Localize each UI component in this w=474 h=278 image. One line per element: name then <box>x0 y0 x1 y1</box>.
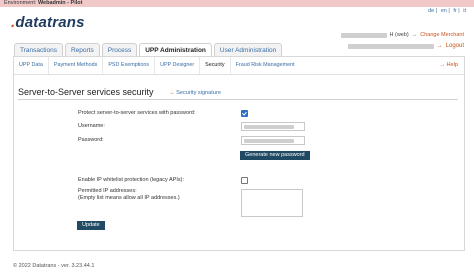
protect-password-checkbox[interactable] <box>241 110 248 117</box>
logout-icon: → <box>436 43 443 49</box>
redacted-value <box>244 124 294 129</box>
section-title: Server-to-Server services security <box>18 87 154 97</box>
main-panel: UPP Data Payment Methods PSD Exemptions … <box>13 56 465 251</box>
section-divider <box>18 99 458 100</box>
permitted-ip-label: Permitted IP addresses: <box>78 188 137 194</box>
subnav-upp-data[interactable]: UPP Data <box>14 57 49 74</box>
environment-bar: Environment: Webadmin - Pilot <box>0 0 474 7</box>
footer-version: © 2022 Datatrans - ver. 3.23.44.1 <box>13 263 95 269</box>
update-button[interactable]: Update <box>77 221 105 230</box>
lang-en[interactable]: en <box>441 8 447 14</box>
help-label: Help <box>446 62 458 68</box>
logout-area: → Logout <box>347 43 464 49</box>
redacted-account <box>347 43 434 49</box>
environment-name: Webadmin - Pilot <box>37 0 83 6</box>
arrow-right-icon: → <box>439 62 445 68</box>
change-merchant-link[interactable]: Change Merchant <box>420 32 464 38</box>
redacted-value <box>244 138 294 143</box>
subnav-payment-methods[interactable]: Payment Methods <box>49 57 104 74</box>
username-field[interactable] <box>241 122 305 131</box>
user-suffix: H (web) <box>389 32 409 38</box>
subnav-fraud-risk-management[interactable]: Fraud Risk Management <box>231 57 300 74</box>
subnav-security[interactable]: Security <box>200 57 231 74</box>
lang-fr[interactable]: fr <box>453 8 456 14</box>
language-switcher: de | en | fr | it <box>428 8 466 14</box>
permitted-ip-note: (Empty list means allow all IP addresses… <box>78 195 180 201</box>
lang-it[interactable]: it <box>463 8 466 14</box>
datatrans-logo: .datatrans <box>11 14 85 31</box>
security-signature-label: Security signature <box>176 90 221 96</box>
password-field[interactable] <box>241 136 305 145</box>
logout-link[interactable]: Logout <box>446 43 464 49</box>
subnav-psd-exemptions[interactable]: PSD Exemptions <box>103 57 156 74</box>
subnav-upp-designer[interactable]: UPP Designer <box>155 57 201 74</box>
security-signature-link[interactable]: → Security signature <box>169 90 221 96</box>
username-label: Username: <box>78 123 105 129</box>
ip-whitelist-checkbox[interactable] <box>241 177 248 184</box>
arrow-right-icon: → <box>169 90 175 96</box>
permitted-ip-textarea[interactable] <box>241 189 303 217</box>
current-user: H (web) → Change Merchant <box>340 32 464 38</box>
ip-whitelist-label: Enable IP whitelist protection (legacy A… <box>78 177 184 183</box>
arrow-right-icon: → <box>411 32 418 38</box>
lang-de[interactable]: de <box>428 8 434 14</box>
password-label: Password: <box>78 137 104 143</box>
environment-prefix: Environment: <box>4 0 38 6</box>
sub-navigation: UPP Data Payment Methods PSD Exemptions … <box>14 57 464 75</box>
protect-password-label: Protect server-to-server services with p… <box>78 110 196 116</box>
redacted-username <box>340 32 387 38</box>
help-link[interactable]: → Help <box>439 57 458 74</box>
generate-password-button[interactable]: Generate new password <box>240 151 310 160</box>
